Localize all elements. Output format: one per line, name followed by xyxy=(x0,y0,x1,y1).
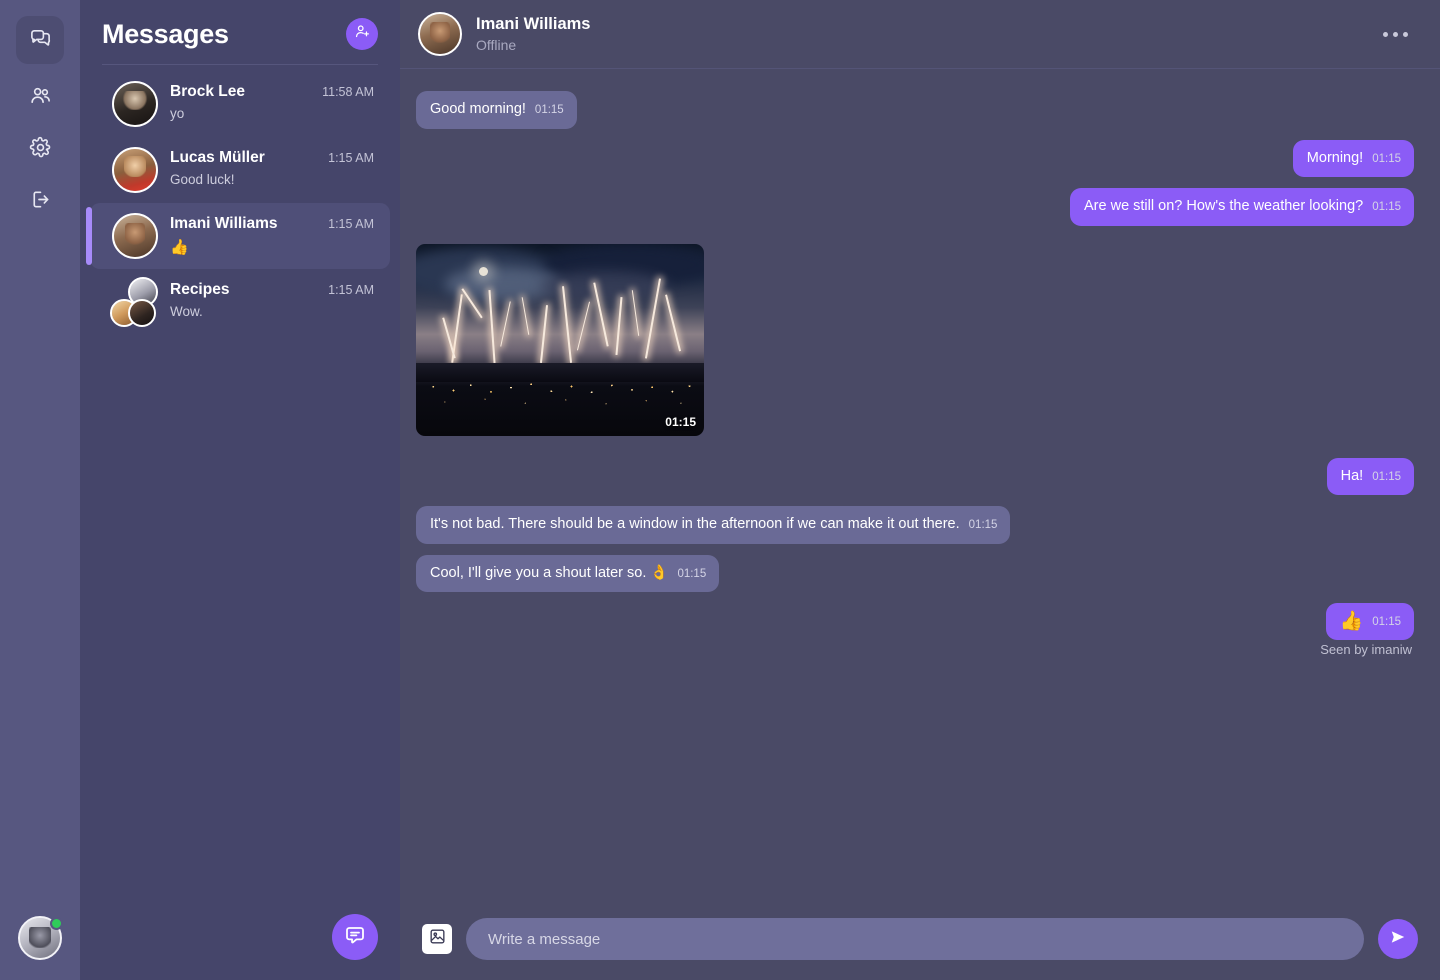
nav-item-contacts[interactable] xyxy=(16,74,64,122)
conversation-time: 11:58 AM xyxy=(322,85,374,99)
message-time: 01:15 xyxy=(969,518,998,535)
chat-header: Imani Williams Offline xyxy=(400,0,1440,69)
message-image-attachment[interactable]: 01:15 xyxy=(416,244,704,436)
avatar xyxy=(112,213,158,259)
message-list: Good morning! 01:15 Morning! 01:15 Are w… xyxy=(400,69,1440,904)
message-text: Ha! xyxy=(1341,467,1364,487)
dot xyxy=(1383,32,1388,37)
attach-image-button[interactable] xyxy=(422,924,452,954)
send-icon xyxy=(1388,927,1408,952)
add-contact-button[interactable] xyxy=(346,18,378,50)
message-text: Cool, I'll give you a shout later so. 👌 xyxy=(430,564,668,584)
avatar xyxy=(128,299,156,327)
message-row: Morning! 01:15 xyxy=(416,140,1414,178)
chat-app: Messages Brock Lee 11:58 AM yo xyxy=(0,0,1440,980)
message-bubble-outgoing[interactable]: Morning! 01:15 xyxy=(1293,140,1414,178)
message-time: 01:15 xyxy=(1372,200,1401,217)
avatar xyxy=(112,81,158,127)
message-bubble-outgoing[interactable]: 👍 01:15 xyxy=(1326,603,1414,640)
nav-item-chats[interactable] xyxy=(16,16,64,64)
conversation-preview: Wow. xyxy=(170,304,374,319)
online-status-dot xyxy=(50,917,63,930)
logout-icon xyxy=(29,188,52,216)
message-text: Good morning! xyxy=(430,100,526,120)
nav-rail xyxy=(0,0,80,980)
conversation-time: 1:15 AM xyxy=(328,217,374,231)
message-row: Good morning! 01:15 xyxy=(416,91,1414,129)
chat-contact-name: Imani Williams xyxy=(476,15,590,34)
message-time: 01:15 xyxy=(535,103,564,120)
message-input[interactable] xyxy=(466,918,1364,960)
dot xyxy=(1403,32,1408,37)
message-text: It's not bad. There should be a window i… xyxy=(430,515,960,535)
list-header: Messages xyxy=(80,0,400,50)
message-text: Morning! xyxy=(1307,149,1363,169)
current-user-avatar[interactable] xyxy=(18,916,62,960)
message-row: Ha! 01:15 xyxy=(416,458,1414,496)
message-row: Cool, I'll give you a shout later so. 👌 … xyxy=(416,555,1414,593)
conversation-preview: yo xyxy=(170,106,374,121)
message-bubble-incoming[interactable]: Good morning! 01:15 xyxy=(416,91,577,129)
conversation-name: Brock Lee xyxy=(170,83,245,101)
conversation-list: Brock Lee 11:58 AM yo Lucas Müller 1:15 … xyxy=(80,71,400,335)
message-time: 01:15 xyxy=(1372,152,1401,169)
message-composer xyxy=(400,904,1440,980)
gear-icon xyxy=(29,136,52,164)
message-bubble-incoming[interactable]: Cool, I'll give you a shout later so. 👌 … xyxy=(416,555,719,593)
message-time: 01:15 xyxy=(1372,615,1401,632)
conversation-item-recipes[interactable]: Recipes 1:15 AM Wow. xyxy=(90,269,390,335)
more-options-button[interactable] xyxy=(1377,26,1414,43)
compose-chat-icon xyxy=(343,923,367,952)
image-timestamp: 01:15 xyxy=(665,415,696,429)
message-bubble-incoming[interactable]: It's not bad. There should be a window i… xyxy=(416,506,1010,544)
message-row: 👍 01:15 xyxy=(416,603,1414,640)
avatar xyxy=(418,12,462,56)
conversation-name: Lucas Müller xyxy=(170,149,265,167)
people-icon xyxy=(29,84,52,112)
conversation-item-imani-williams[interactable]: Imani Williams 1:15 AM 👍 xyxy=(90,203,390,269)
conversation-preview: 👍 xyxy=(170,238,374,256)
chat-bubbles-icon xyxy=(29,26,52,54)
conversation-name: Imani Williams xyxy=(170,215,278,233)
page-title: Messages xyxy=(102,19,229,50)
seen-receipt: Seen by imaniw xyxy=(416,642,1414,657)
dot xyxy=(1393,32,1398,37)
send-button[interactable] xyxy=(1378,919,1418,959)
message-time: 01:15 xyxy=(677,567,706,584)
conversation-name: Recipes xyxy=(170,281,229,299)
image-icon xyxy=(428,927,447,951)
group-avatar-cluster xyxy=(112,279,158,325)
message-time: 01:15 xyxy=(1372,470,1401,487)
lightning-storm-photo xyxy=(416,244,704,436)
message-row: It's not bad. There should be a window i… xyxy=(416,506,1414,544)
avatar xyxy=(112,147,158,193)
conversation-item-lucas-muller[interactable]: Lucas Müller 1:15 AM Good luck! xyxy=(90,137,390,203)
message-text: Are we still on? How's the weather looki… xyxy=(1084,197,1363,217)
conversation-list-panel: Messages Brock Lee 11:58 AM yo xyxy=(80,0,400,980)
header-divider xyxy=(102,64,378,65)
nav-item-logout[interactable] xyxy=(16,178,64,226)
nav-item-settings[interactable] xyxy=(16,126,64,174)
chat-contact-status: Offline xyxy=(476,37,590,53)
conversation-preview: Good luck! xyxy=(170,172,374,187)
message-bubble-outgoing[interactable]: Are we still on? How's the weather looki… xyxy=(1070,188,1414,226)
conversation-item-brock-lee[interactable]: Brock Lee 11:58 AM yo xyxy=(90,71,390,137)
message-bubble-outgoing[interactable]: Ha! 01:15 xyxy=(1327,458,1414,496)
message-row: Are we still on? How's the weather looki… xyxy=(416,188,1414,226)
chat-panel: Imani Williams Offline Good morning! 01:… xyxy=(400,0,1440,980)
conversation-time: 1:15 AM xyxy=(328,283,374,297)
message-emoji: 👍 xyxy=(1340,612,1364,631)
message-row: 01:15 xyxy=(416,244,1414,436)
add-person-icon xyxy=(354,23,371,45)
conversation-time: 1:15 AM xyxy=(328,151,374,165)
new-message-button[interactable] xyxy=(332,914,378,960)
